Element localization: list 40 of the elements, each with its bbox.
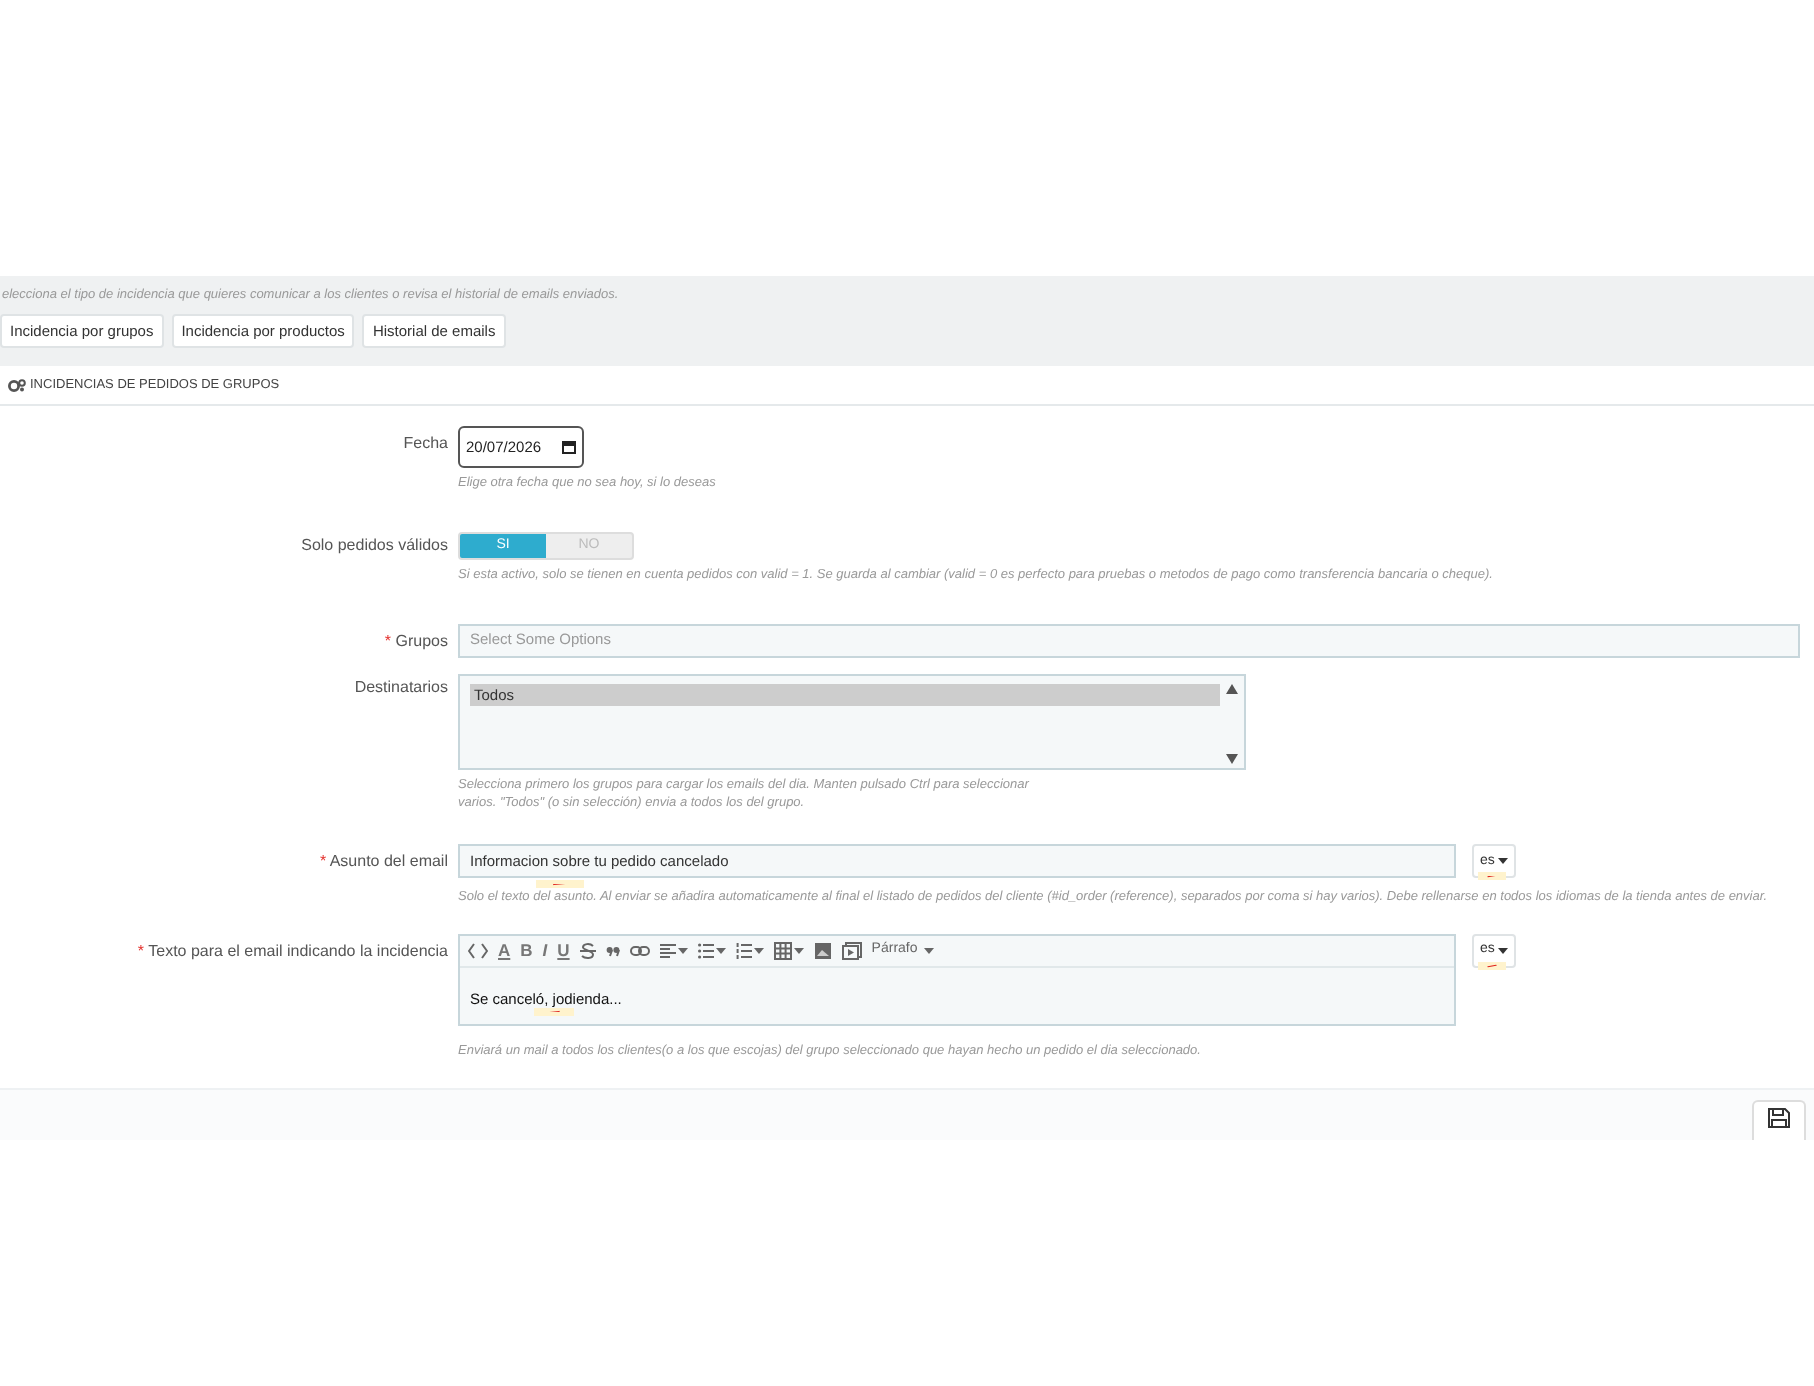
- required-asterisk: *: [137, 941, 145, 960]
- image-icon[interactable]: [813, 941, 832, 960]
- align-icon[interactable]: [659, 941, 676, 960]
- field-label: Grupos: [395, 631, 448, 650]
- save-icon: [1768, 1108, 1790, 1129]
- field-label: Texto para el email indicando la incidencia: [148, 941, 448, 960]
- caret-icon: [677, 947, 688, 954]
- strikethrough-icon[interactable]: [579, 941, 596, 960]
- quote-icon[interactable]: [605, 941, 620, 960]
- required-asterisk: *: [384, 631, 392, 650]
- format-button[interactable]: A: [498, 937, 511, 964]
- caret-icon: [1498, 947, 1509, 954]
- code-icon[interactable]: [468, 941, 488, 960]
- annotation-stroke: [534, 1007, 574, 1016]
- field-label: Destinatarios: [354, 677, 448, 696]
- media-icon[interactable]: [841, 941, 862, 960]
- caret-icon: [753, 947, 764, 954]
- scroll-up-icon: [1226, 683, 1238, 694]
- field-label: Fecha: [403, 433, 448, 452]
- annotation-stroke: [1478, 872, 1506, 881]
- format-button[interactable]: U: [557, 937, 570, 964]
- caret-icon: [923, 947, 934, 954]
- annotation-stroke: [1478, 961, 1506, 970]
- caret-icon: [715, 947, 726, 954]
- field-label: Asunto del email: [329, 852, 448, 871]
- numbered-list-icon[interactable]: [735, 941, 752, 960]
- field-label: Solo pedidos válidos: [301, 536, 448, 555]
- save-button[interactable]: [1752, 1100, 1806, 1141]
- format-button[interactable]: B: [520, 937, 533, 964]
- bullet-list-icon[interactable]: [697, 941, 714, 960]
- annotation-stroke: [536, 880, 584, 889]
- link-icon[interactable]: [629, 941, 650, 960]
- calendar-icon: [562, 439, 576, 454]
- caret-icon: [793, 947, 804, 954]
- gears-icon: [8, 378, 26, 393]
- format-button[interactable]: I: [542, 937, 548, 964]
- caret-icon: [1498, 858, 1509, 865]
- required-asterisk: *: [319, 852, 327, 871]
- scroll-down-icon: [1226, 753, 1238, 764]
- table-icon[interactable]: [773, 941, 792, 960]
